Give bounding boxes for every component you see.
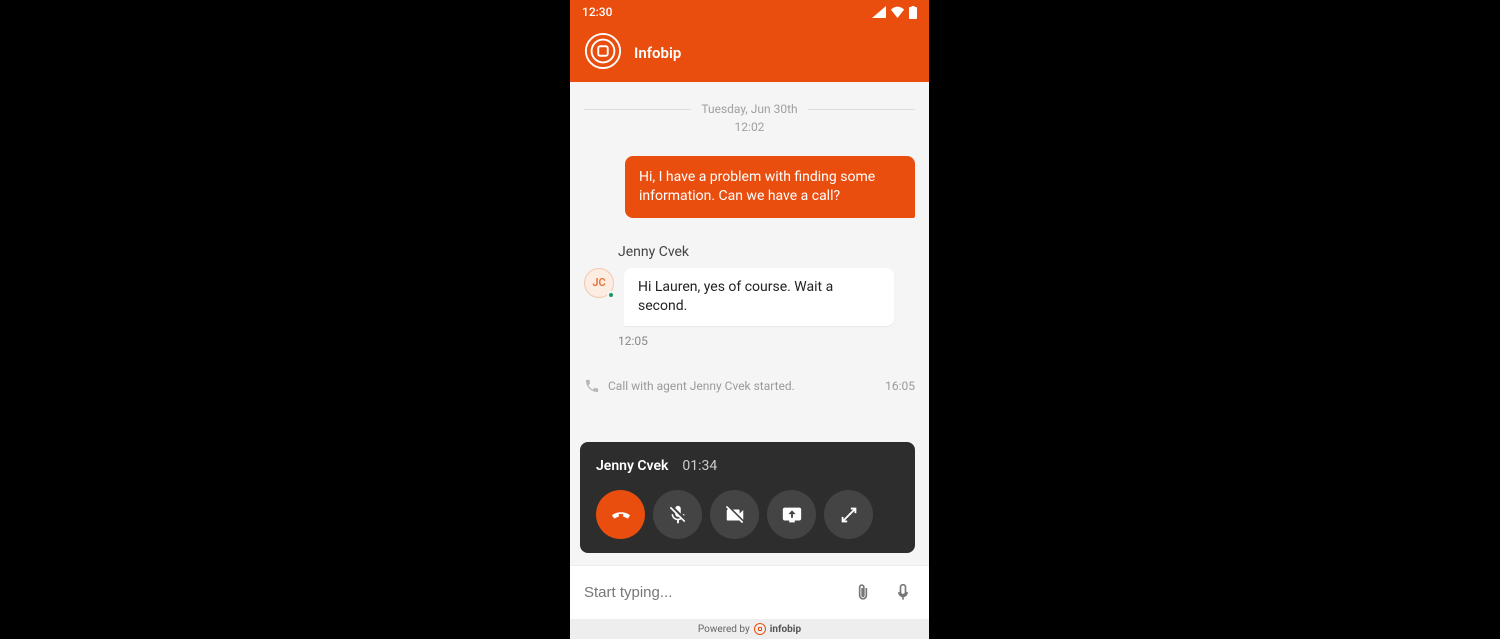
presence-dot-icon [607, 291, 615, 299]
status-time: 12:30 [582, 5, 872, 19]
wifi-icon [890, 6, 905, 18]
mic-icon [893, 582, 913, 604]
attach-button[interactable] [853, 582, 873, 604]
video-off-icon [724, 504, 746, 526]
footer-prefix: Powered by [698, 624, 750, 635]
avatar[interactable]: JC [584, 268, 614, 298]
footer: Powered by infobip [570, 619, 929, 639]
avatar-initials: JC [592, 276, 605, 289]
system-text: Call with agent Jenny Cvek started. [608, 379, 795, 393]
mic-off-icon [667, 504, 689, 526]
screen-share-icon [781, 504, 803, 526]
status-bar: 12:30 [570, 0, 929, 24]
call-peer-name: Jenny Cvek [596, 458, 668, 474]
footer-brand: infobip [770, 624, 801, 635]
date-label: Tuesday, Jun 30th [701, 102, 797, 116]
message-input[interactable] [584, 584, 833, 601]
call-panel[interactable]: Jenny Cvek 01:34 [580, 442, 915, 553]
battery-icon [909, 6, 917, 19]
incoming-message[interactable]: Hi Lauren, yes of course. Wait a second. [624, 268, 894, 326]
conversation-area[interactable]: Tuesday, Jun 30th 12:02 Hi, I have a pro… [570, 82, 929, 565]
app-header: Infobip [570, 24, 929, 82]
incoming-time: 12:05 [618, 334, 915, 348]
mute-button[interactable] [653, 490, 702, 539]
status-icons [872, 6, 917, 19]
footer-logo-icon [754, 623, 766, 635]
call-timer: 01:34 [682, 458, 717, 474]
hang-up-icon [610, 504, 632, 526]
camera-off-button[interactable] [710, 490, 759, 539]
agent-name-label: Jenny Cvek [618, 244, 915, 260]
expand-button[interactable] [824, 490, 873, 539]
date-separator: Tuesday, Jun 30th [584, 102, 915, 116]
phone-frame: 12:30 Infobip Tuesday, Jun 30th 12:02 Hi… [570, 0, 929, 639]
app-logo-icon [584, 32, 622, 74]
system-call-started: Call with agent Jenny Cvek started. 16:0… [584, 378, 915, 394]
paperclip-icon [853, 582, 873, 604]
cell-signal-icon [872, 6, 886, 18]
app-title: Infobip [634, 44, 681, 62]
outgoing-message[interactable]: Hi, I have a problem with finding some i… [625, 156, 915, 218]
message-time: 12:02 [584, 120, 915, 134]
phone-icon [584, 378, 600, 394]
voice-button[interactable] [893, 582, 913, 604]
hang-up-button[interactable] [596, 490, 645, 539]
expand-icon [838, 504, 860, 526]
composer [570, 565, 929, 619]
screen-share-button[interactable] [767, 490, 816, 539]
system-time: 16:05 [885, 379, 915, 393]
